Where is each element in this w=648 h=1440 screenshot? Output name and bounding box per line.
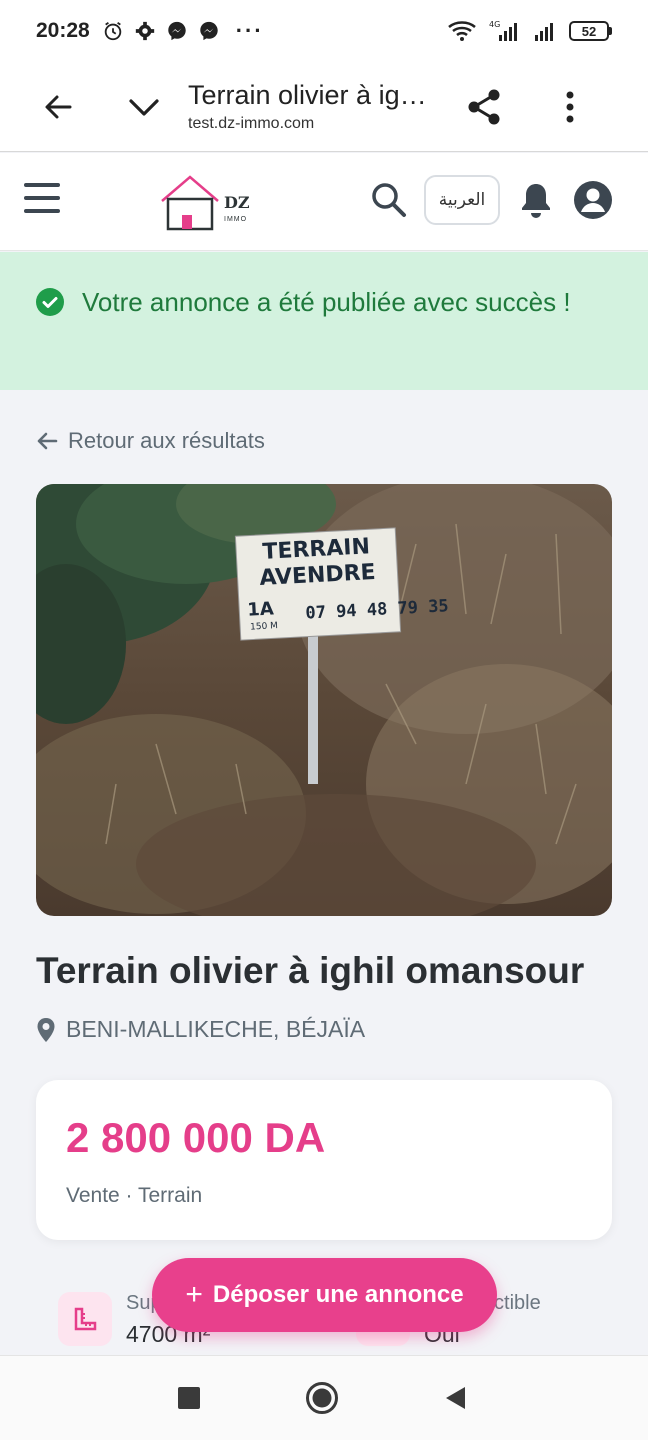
status-time: 20:28: [36, 19, 90, 42]
listing-meta: Vente · Terrain: [66, 1184, 203, 1207]
battery-level: 52: [569, 21, 609, 41]
settings-icon: [135, 21, 154, 41]
location-text: BENI-MALLIKECHE, BÉJAÏA: [66, 1016, 366, 1042]
cellular-signal-icon: 4G: [489, 20, 517, 41]
sign-note: 1A: [247, 598, 275, 620]
browser-title-area[interactable]: Terrain olivier à ighil omansour test.dz…: [188, 80, 438, 133]
sign-note-2: 150 M: [250, 621, 278, 632]
plus-icon: +: [185, 1278, 203, 1311]
menu-icon[interactable]: [24, 183, 60, 217]
language-button[interactable]: العربية: [424, 175, 500, 225]
chevron-down-icon[interactable]: [120, 83, 168, 131]
logo-text: DZ: [224, 193, 250, 212]
browser-url: test.dz-immo.com: [188, 115, 315, 132]
back-arrow-icon[interactable]: [34, 83, 82, 131]
status-notification-icons: ···: [102, 18, 264, 44]
user-avatar-icon[interactable]: [574, 181, 612, 219]
price-card: 2 800 000 DA Vente · Terrain: [36, 1080, 612, 1240]
check-circle-icon: [36, 288, 64, 316]
success-alert: Votre annonce a été publiée avec succès …: [0, 252, 648, 390]
recent-apps-icon[interactable]: [169, 1378, 209, 1418]
post-listing-label: Déposer une annonce: [212, 1281, 464, 1308]
logo-subtext: IMMO: [224, 216, 248, 223]
status-bar: 20:28 ··· 4G 52: [0, 0, 648, 62]
alarm-icon: [104, 21, 121, 41]
site-header: DZ IMMO العربية: [0, 153, 648, 251]
listing-photo[interactable]: TERRAIN AVENDRE 1A 150 M 07 94 48 79 35: [36, 484, 612, 916]
home-icon[interactable]: [302, 1378, 342, 1418]
browser-toolbar: Terrain olivier à ighil omansour test.dz…: [0, 62, 648, 152]
more-options-icon[interactable]: [546, 83, 594, 131]
ruler-icon: [58, 1292, 112, 1346]
map-pin-icon: [37, 1017, 55, 1042]
search-icon[interactable]: [370, 181, 408, 219]
system-navigation-bar: [0, 1355, 648, 1440]
back-triangle-icon[interactable]: [435, 1378, 475, 1418]
battery-icon: 52: [569, 21, 612, 41]
arrow-left-icon: [37, 432, 58, 450]
messenger-icon: [168, 21, 186, 41]
wifi-icon: [448, 21, 476, 41]
listing-photo-image: TERRAIN AVENDRE 1A 150 M 07 94 48 79 35: [36, 484, 612, 916]
browser-page-title: Terrain olivier à ighil omansour: [188, 80, 438, 110]
alert-message: Votre annonce a été publiée avec succès …: [82, 287, 571, 317]
back-to-results-link[interactable]: Retour aux résultats: [36, 428, 265, 454]
back-link-label: Retour aux résultats: [68, 428, 265, 453]
more-notifications-icon: ···: [235, 18, 264, 43]
notification-bell-icon[interactable]: [518, 181, 554, 219]
messenger-icon-2: [200, 21, 218, 41]
site-logo[interactable]: DZ IMMO: [160, 173, 260, 233]
cellular-signal-icon-2: [535, 23, 553, 41]
share-icon[interactable]: [460, 83, 508, 131]
network-type-label: 4G: [489, 20, 500, 29]
listing-location: BENI-MALLIKECHE, BÉJAÏA: [36, 1016, 365, 1043]
post-listing-button[interactable]: + Déposer une annonce: [152, 1258, 497, 1332]
listing-title: Terrain olivier à ighil omansour: [36, 950, 585, 991]
listing-price: 2 800 000 DA: [66, 1114, 326, 1161]
house-logo-icon: [161, 175, 219, 231]
